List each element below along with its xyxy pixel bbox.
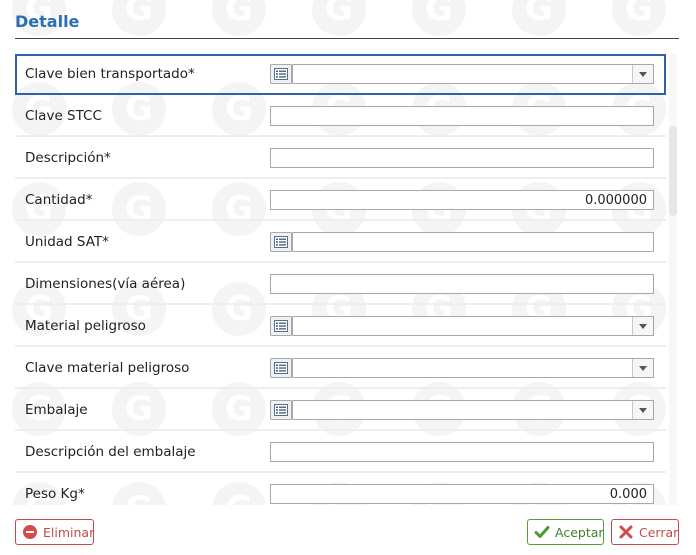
- form-row: Clave bien transportado*: [15, 54, 666, 95]
- number-field[interactable]: 0.000: [270, 484, 654, 504]
- form-row: Dimensiones(vía aérea): [15, 264, 666, 305]
- delete-button-label: Eliminar: [43, 524, 95, 540]
- select-field[interactable]: [292, 64, 654, 84]
- field-label: Peso Kg*: [25, 486, 85, 502]
- delete-button[interactable]: Eliminar: [15, 519, 94, 545]
- select-field[interactable]: [292, 400, 654, 420]
- accept-button-label: Aceptar: [555, 524, 604, 540]
- field-label: Embalaje: [25, 402, 88, 418]
- field-label: Descripción*: [25, 150, 111, 166]
- text-field[interactable]: [270, 442, 654, 462]
- field-label: Cantidad*: [25, 192, 93, 208]
- cancel-button-label: Cerrar: [639, 524, 679, 540]
- number-field[interactable]: 0.000000: [270, 190, 654, 210]
- field-label: Clave material peligroso: [25, 360, 190, 376]
- form-row: Peso Kg* 0.000: [15, 474, 666, 505]
- form-scrollbar[interactable]: [669, 54, 677, 505]
- form-row: Embalaje: [15, 390, 666, 431]
- chevron-down-icon[interactable]: [632, 401, 653, 419]
- scrollbar-thumb[interactable]: [669, 126, 677, 216]
- form-row: Cantidad* 0.000000: [15, 180, 666, 221]
- field-label: Material peligroso: [25, 318, 146, 334]
- dialog-footer: Eliminar Aceptar Cerrar: [0, 505, 696, 555]
- field-label: Unidad SAT*: [25, 234, 109, 250]
- check-icon: [534, 526, 550, 538]
- chevron-down-icon[interactable]: [632, 359, 653, 377]
- form-row: Descripción*: [15, 138, 666, 179]
- form-row: Unidad SAT*: [15, 222, 666, 263]
- close-icon: [619, 525, 633, 539]
- cancel-button[interactable]: Cerrar: [611, 519, 679, 545]
- form-row: Clave material peligroso: [15, 348, 666, 389]
- list-picker-icon[interactable]: [270, 358, 292, 378]
- text-field[interactable]: [292, 232, 654, 252]
- chevron-down-icon[interactable]: [632, 317, 653, 335]
- list-picker-icon[interactable]: [270, 232, 292, 252]
- field-label: Clave STCC: [25, 108, 102, 124]
- select-field[interactable]: [292, 358, 654, 378]
- list-picker-icon[interactable]: [270, 64, 292, 84]
- list-picker-icon[interactable]: [270, 400, 292, 420]
- form-row: Material peligroso: [15, 306, 666, 347]
- field-label: Clave bien transportado*: [25, 66, 195, 82]
- form-row: Descripción del embalaje: [15, 432, 666, 473]
- field-value: 0.000: [609, 487, 647, 502]
- accept-button[interactable]: Aceptar: [527, 519, 604, 545]
- text-field[interactable]: [270, 274, 654, 294]
- list-picker-icon[interactable]: [270, 316, 292, 336]
- dialog-title: Detalle: [15, 12, 80, 31]
- minus-circle-icon: [23, 525, 37, 539]
- field-value: 0.000000: [584, 193, 647, 208]
- field-label: Descripción del embalaje: [25, 444, 196, 460]
- text-field[interactable]: [270, 106, 654, 126]
- detail-form: Clave bien transportado* Clave STCC Descri…: [15, 54, 666, 505]
- field-label: Dimensiones(vía aérea): [25, 276, 186, 292]
- select-field[interactable]: [292, 316, 654, 336]
- form-row: Clave STCC: [15, 96, 666, 137]
- text-field[interactable]: [270, 148, 654, 168]
- dialog-header: Detalle: [15, 0, 679, 39]
- chevron-down-icon[interactable]: [632, 65, 653, 83]
